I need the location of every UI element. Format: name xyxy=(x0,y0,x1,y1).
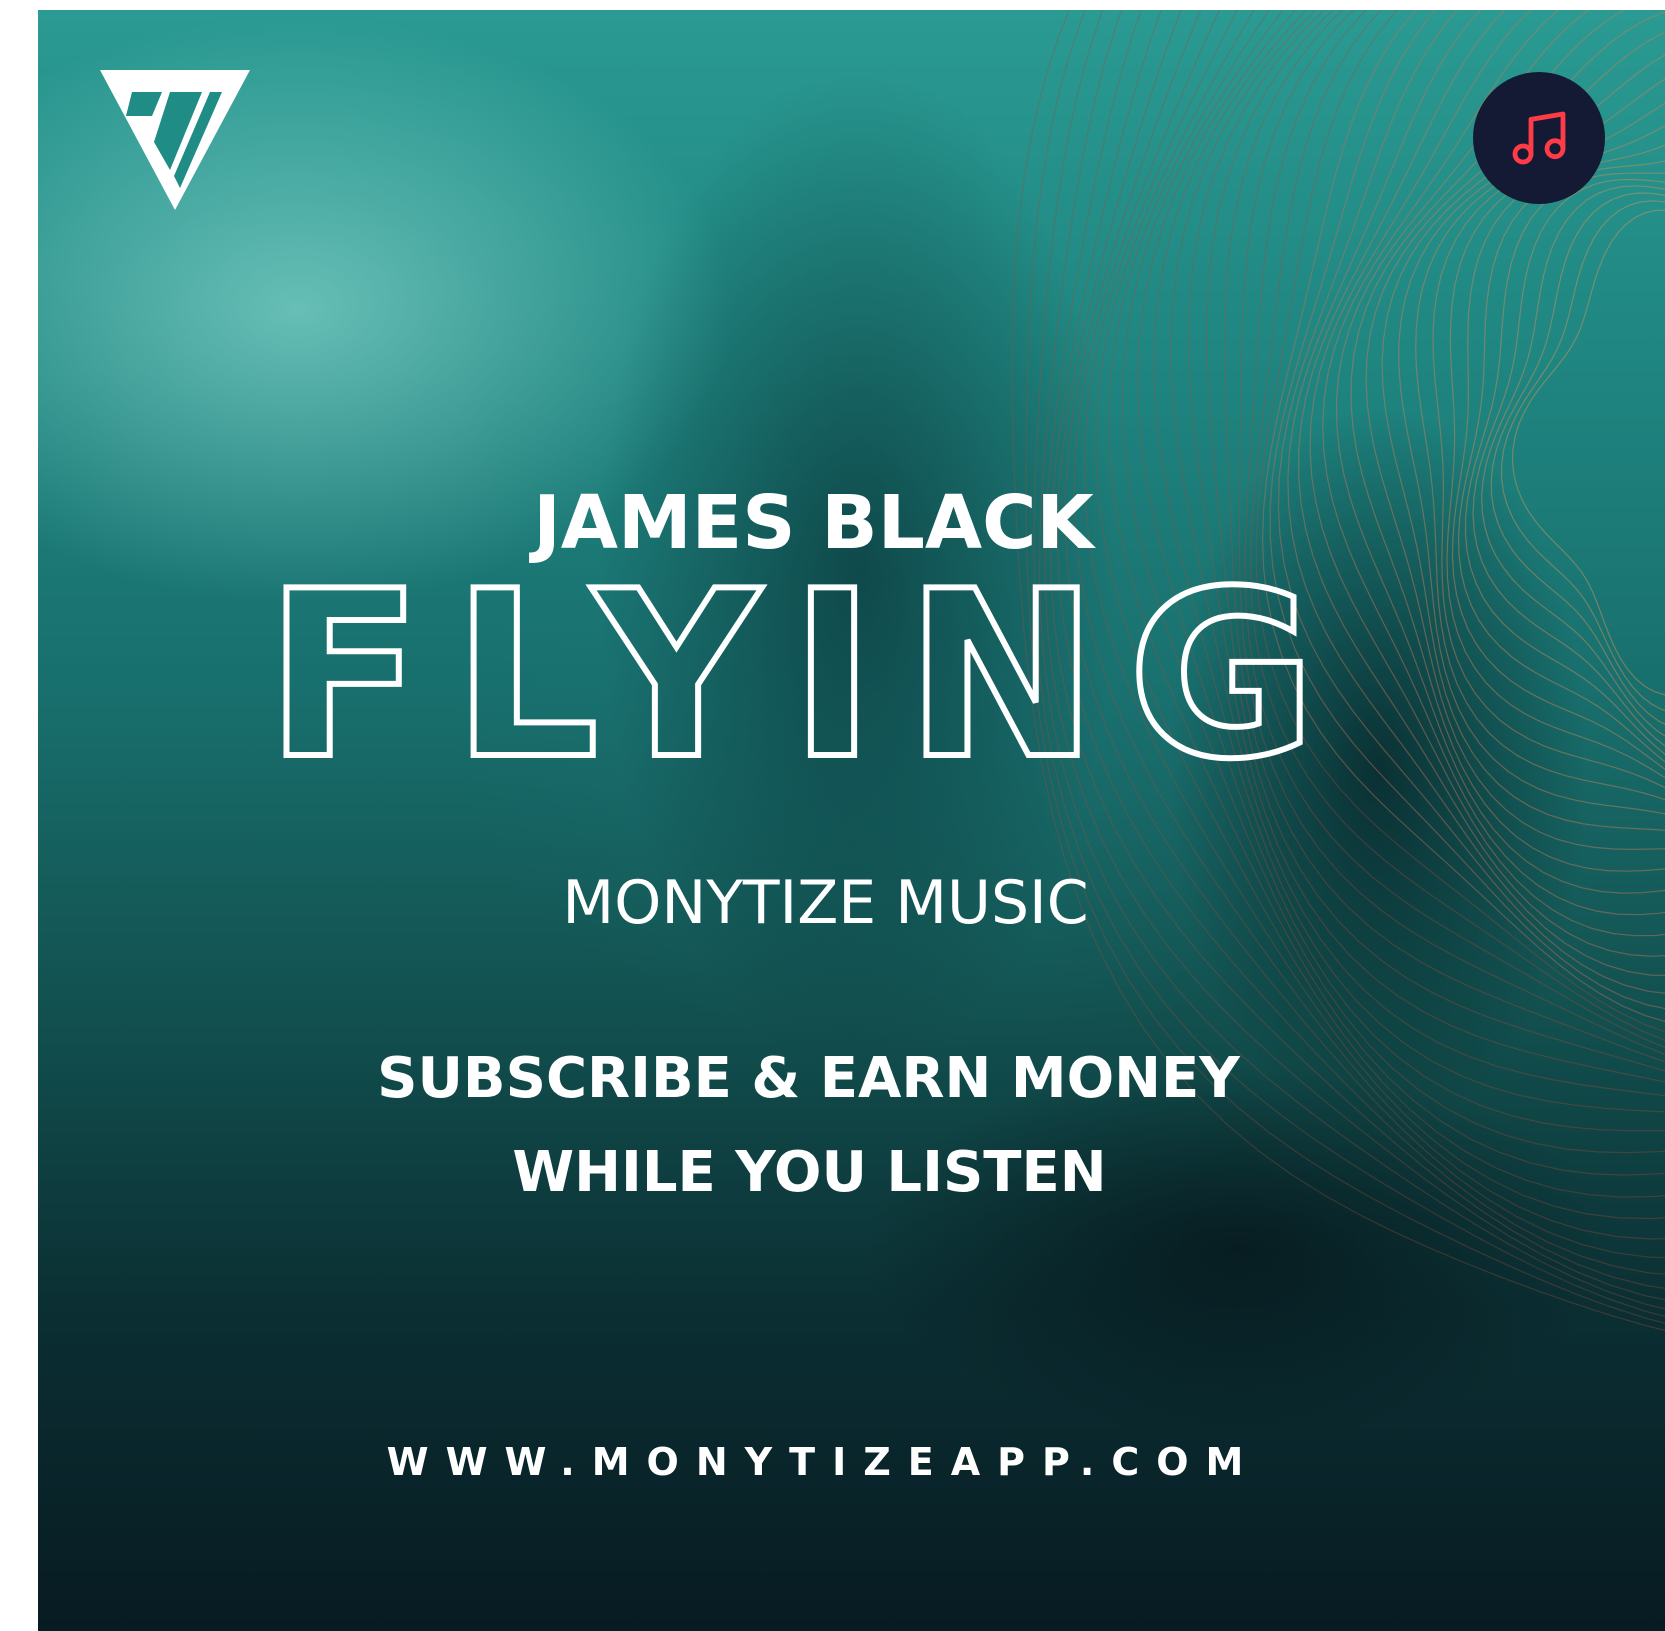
tagline-line-2: WHILE YOU LISTEN xyxy=(512,1140,1107,1205)
artist-name: JAMES BLACK xyxy=(533,480,1094,566)
sound-wave-lines xyxy=(1011,10,1665,1331)
label-name: MONYTIZE MUSIC xyxy=(562,868,1089,938)
song-title: FLYING xyxy=(38,540,1665,813)
music-button[interactable] xyxy=(1473,72,1605,204)
promo-poster: JAMES BLACK FLYING MONYTIZE MUSIC SUBSCR… xyxy=(38,10,1665,1631)
song-title-outline-text: FLYING xyxy=(265,575,1346,805)
website-link[interactable]: WWW.MONYTIZEAPP.COM xyxy=(38,1440,1637,1484)
music-note-icon xyxy=(1512,111,1566,165)
monytize-logo-icon xyxy=(100,70,250,210)
tagline-line-1: SUBSCRIBE & EARN MONEY xyxy=(377,1046,1240,1111)
